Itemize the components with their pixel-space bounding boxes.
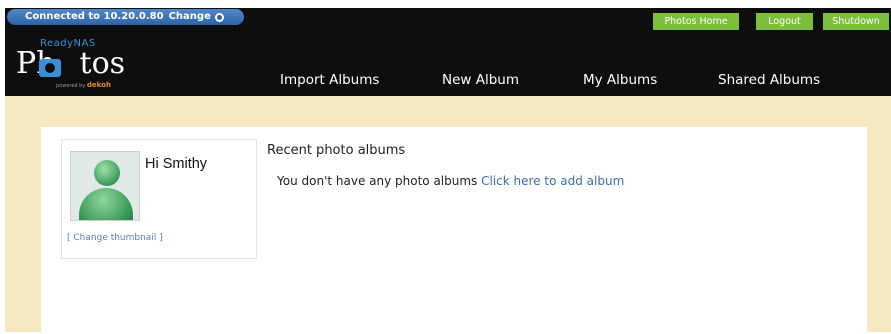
connection-status-pill[interactable]: Connected to 10.20.0.80 Change	[7, 9, 244, 25]
logo-powered-brand: dekoh	[86, 81, 111, 89]
nav-import-albums[interactable]: Import Albums	[280, 72, 379, 88]
add-album-link[interactable]: Click here to add album	[481, 174, 624, 188]
user-avatar-icon	[94, 160, 120, 186]
empty-albums-text: You don't have any photo albums	[277, 174, 478, 188]
logo-title-right: tos	[79, 46, 126, 81]
change-arrow-icon[interactable]	[214, 12, 224, 22]
logout-button[interactable]: Logout	[756, 13, 813, 30]
shutdown-button[interactable]: Shutdown	[823, 13, 889, 30]
nav-new-album[interactable]: New Album	[442, 72, 519, 88]
logo-powered-by: powered by dekoh	[56, 81, 111, 89]
empty-albums-message: You don't have any photo albums Click he…	[277, 174, 624, 188]
logo-powered-prefix: powered by	[56, 83, 86, 89]
change-thumbnail-link[interactable]: [ Change thumbnail ]	[67, 233, 163, 243]
greeting-text: Hi Smithy	[145, 156, 208, 172]
connection-change-link[interactable]: Change	[169, 9, 211, 25]
photos-home-button[interactable]: Photos Home	[653, 13, 739, 30]
nav-shared-albums[interactable]: Shared Albums	[718, 72, 820, 88]
nav-my-albums[interactable]: My Albums	[583, 72, 657, 88]
avatar[interactable]	[70, 151, 140, 221]
logo-title: Ph tos	[16, 49, 125, 79]
camera-logo-icon	[39, 59, 61, 77]
connection-status-label: Connected to 10.20.0.80	[25, 11, 164, 22]
user-avatar-body-icon	[79, 188, 133, 220]
recent-albums-title: Recent photo albums	[267, 143, 406, 158]
